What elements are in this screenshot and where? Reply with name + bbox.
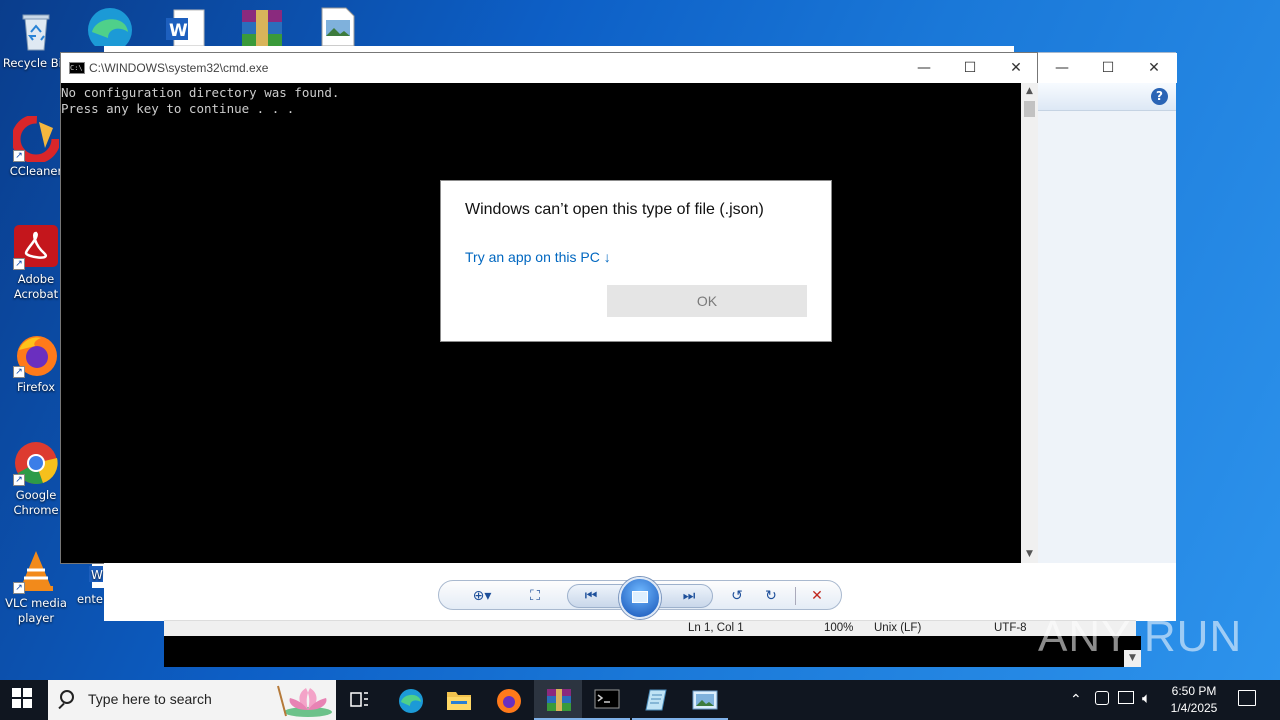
scroll-up-arrow-icon[interactable]: ▲ (1021, 83, 1038, 100)
shortcut-arrow-icon: ↗ (13, 150, 25, 162)
vlc-label: VLC media player (5, 596, 67, 625)
ccleaner-icon: ↗ (11, 114, 61, 164)
try-app-link[interactable]: Try an app on this PC ↓ (465, 249, 611, 265)
taskbar-photo-viewer[interactable] (680, 680, 728, 720)
viewer-menu-strip: ? (1037, 83, 1176, 111)
acrobat-icon: ↗ (13, 224, 59, 270)
word-doc-label: ente (77, 592, 103, 606)
rotate-right-icon[interactable]: ↻ (759, 585, 783, 607)
cursor-position: Ln 1, Col 1 (688, 622, 744, 634)
cmd-app-icon: C:\ (69, 62, 85, 74)
show-hidden-icons-chevron-icon[interactable]: ⌃ (1070, 692, 1082, 708)
notepad-status-bar: Ln 1, Col 1 100% Unix (LF) UTF-8 (164, 620, 1136, 636)
start-button[interactable] (0, 680, 48, 720)
notepad-lower-area: ▼ (164, 636, 1141, 667)
encoding: UTF-8 (994, 622, 1027, 634)
word-icon[interactable]: W (162, 6, 210, 47)
slideshow-icon (632, 591, 648, 603)
slideshow-button[interactable] (619, 577, 661, 619)
network-icon[interactable] (1118, 691, 1134, 704)
shortcut-arrow-icon: ↗ (13, 474, 25, 486)
taskbar-winrar[interactable] (534, 680, 582, 720)
zoom-level: 100% (824, 622, 854, 634)
firefox-label: Firefox (16, 380, 56, 394)
cmd-maximize-button[interactable]: ☐ (947, 53, 993, 83)
taskbar-search-box[interactable]: Type here to search (48, 680, 336, 720)
viewer-maximize-button[interactable]: ☐ (1085, 53, 1131, 83)
toolbar-divider (795, 587, 796, 605)
search-placeholder: Type here to search (88, 691, 212, 707)
photo-viewer-right-pane: — ☐ ✕ ? (1030, 52, 1177, 564)
cmd-minimize-button[interactable]: — (901, 53, 947, 83)
taskbar-edge[interactable] (386, 680, 434, 720)
winrar-icon[interactable] (238, 6, 286, 46)
viewer-side-area (1037, 111, 1176, 563)
line-ending: Unix (LF) (874, 622, 922, 634)
notifications-icon[interactable] (1238, 690, 1256, 706)
taskbar-firefox[interactable] (484, 680, 532, 720)
photo-viewer-controls: ⊕▾ ⛶ ⏮ ⏭ ↺ ↻ ✕ (438, 577, 842, 619)
windows-logo-icon (12, 688, 32, 708)
photo-viewer-icon (692, 690, 718, 710)
console-line: No configuration directory was found. (61, 85, 340, 100)
clock-time: 6:50 PM (1171, 684, 1217, 698)
search-icon (60, 690, 74, 704)
help-icon[interactable]: ? (1151, 88, 1168, 105)
cmd-title: C:\WINDOWS\system32\cmd.exe (89, 61, 269, 75)
folder-icon (447, 692, 471, 710)
task-view-button[interactable] (336, 680, 384, 720)
cmd-close-button[interactable]: ✕ (993, 53, 1039, 83)
photo-viewer-toolbar-area: ⊕▾ ⛶ ⏮ ⏭ ↺ ↻ ✕ (104, 563, 1176, 621)
lotus-flower-icon (264, 682, 334, 718)
anyrun-watermark: ANY RUN (1038, 612, 1243, 661)
volume-icon[interactable]: 🔈︎ (1142, 689, 1151, 707)
rotate-left-icon[interactable]: ↺ (725, 585, 749, 607)
cmd-icon (594, 689, 620, 709)
dialog-title: Windows can’t open this type of file (.j… (465, 201, 764, 218)
zoom-icon[interactable]: ⊕▾ (465, 585, 499, 607)
edge-icon[interactable] (86, 6, 134, 52)
file-open-error-dialog: Windows can’t open this type of file (.j… (440, 180, 832, 342)
next-icon[interactable]: ⏭ (677, 585, 701, 607)
search-icon-handle (58, 702, 65, 710)
taskbar: Type here to search ⌃ 🔈︎ 6:50 PM 1/4/202… (0, 680, 1280, 720)
delete-icon[interactable]: ✕ (805, 585, 829, 607)
recycle-bin-icon (13, 8, 59, 54)
ccleaner-label: CCleaner (9, 164, 63, 178)
meet-now-icon[interactable] (1095, 691, 1109, 705)
svg-text:W: W (91, 568, 103, 582)
cmd-titlebar[interactable]: C:\ C:\WINDOWS\system32\cmd.exe — ☐ ✕ (61, 53, 1037, 83)
scroll-thumb[interactable] (1024, 101, 1035, 117)
previous-icon[interactable]: ⏮ (579, 585, 603, 607)
chrome-label: Google Chrome (13, 488, 59, 517)
shortcut-arrow-icon: ↗ (13, 582, 25, 594)
svg-text:W: W (169, 21, 188, 41)
taskbar-cmd[interactable] (582, 680, 630, 720)
winrar-icon (547, 689, 571, 711)
viewer-minimize-button[interactable]: — (1039, 53, 1085, 83)
image-file-icon[interactable] (314, 6, 362, 47)
shortcut-arrow-icon: ↗ (13, 366, 25, 378)
taskbar-file-explorer[interactable] (434, 680, 482, 720)
taskbar-notepad[interactable] (632, 680, 680, 720)
scroll-down-arrow-icon[interactable]: ▼ (1021, 546, 1038, 563)
firefox-icon: ↗ (13, 332, 59, 378)
fit-window-icon[interactable]: ⛶ (523, 585, 547, 607)
viewer-close-button[interactable]: ✕ (1131, 53, 1177, 83)
console-line: Press any key to continue . . . (61, 101, 295, 116)
cmd-scrollbar[interactable]: ▲ ▼ (1021, 83, 1038, 563)
notepad-icon (645, 689, 667, 711)
clock-date: 1/4/2025 (1170, 701, 1218, 715)
chrome-icon: ↗ (13, 440, 59, 486)
task-view-icon (350, 692, 368, 707)
vlc-icon: ↗ (13, 548, 59, 594)
system-clock[interactable]: 6:50 PM 1/4/2025 (1163, 683, 1225, 717)
shortcut-arrow-icon: ↗ (13, 258, 25, 270)
edge-icon (399, 689, 423, 713)
ok-button[interactable]: OK (607, 285, 807, 317)
firefox-icon (497, 689, 521, 713)
acrobat-label: Adobe Acrobat (13, 272, 59, 301)
